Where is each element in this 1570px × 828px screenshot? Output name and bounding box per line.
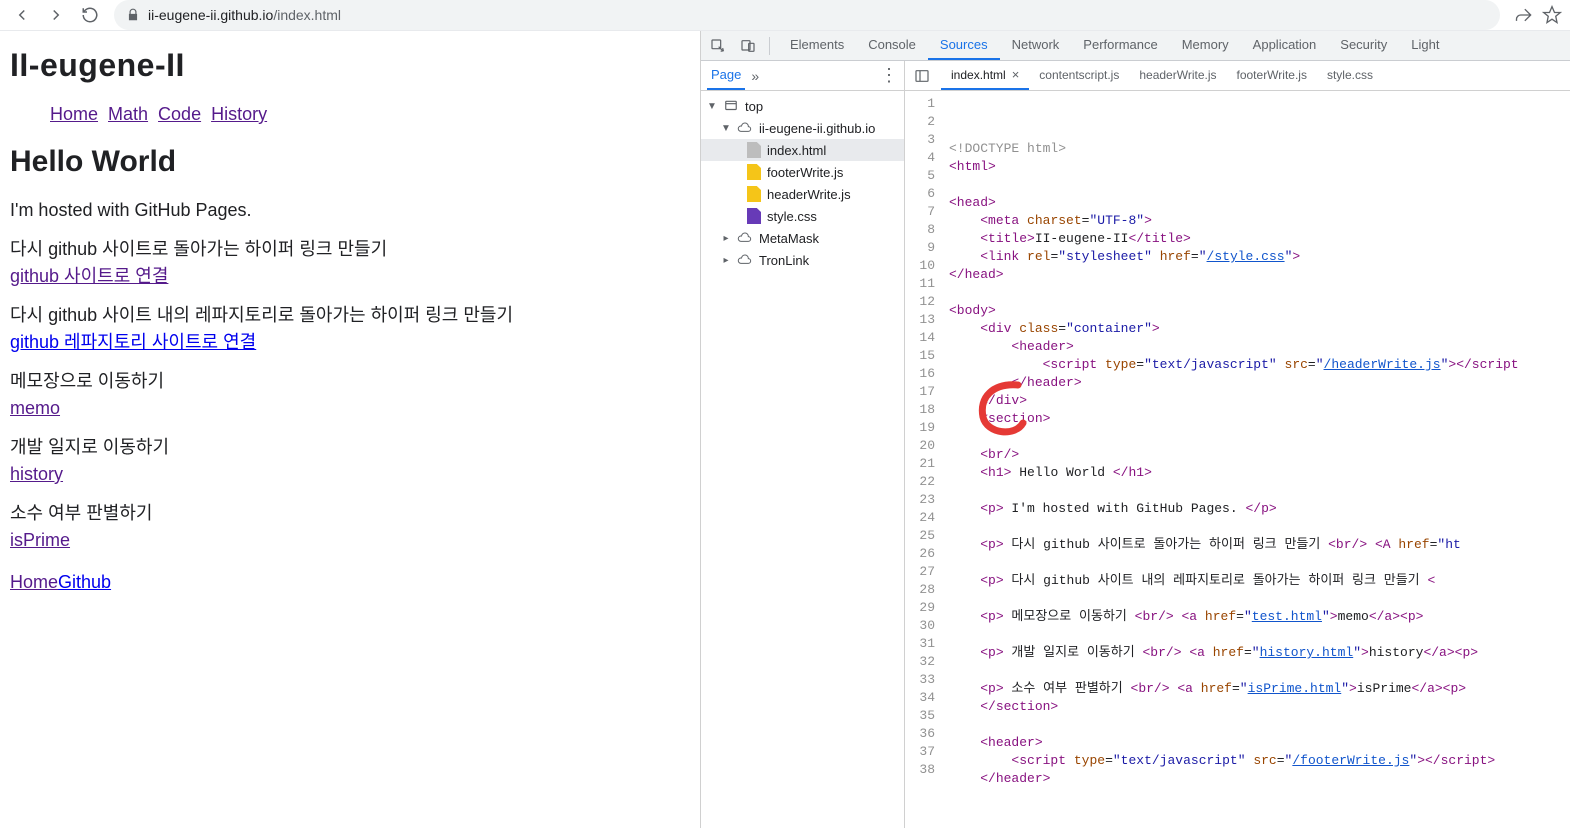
- tree-file[interactable]: footerWrite.js: [701, 161, 904, 183]
- tree-ext-label: MetaMask: [759, 231, 819, 246]
- section-text: 개발 일지로 이동하기history: [10, 434, 690, 488]
- tree-top-label: top: [745, 99, 763, 114]
- address-bar[interactable]: ii-eugene-ii.github.io/index.html: [114, 0, 1500, 30]
- navigator-header: Page » ⋮: [701, 61, 904, 91]
- inspect-icon[interactable]: [705, 34, 731, 58]
- section-text: 소수 여부 판별하기isPrime: [10, 500, 690, 554]
- close-icon[interactable]: ×: [1012, 67, 1020, 82]
- section-text: 다시 github 사이트 내의 레파지토리로 돌아가는 하이퍼 링크 만들기g…: [10, 302, 690, 356]
- frame-icon: [723, 98, 739, 114]
- tree-file-label: headerWrite.js: [767, 187, 851, 202]
- device-icon[interactable]: [735, 34, 761, 58]
- file-icon: [747, 186, 761, 202]
- section-link[interactable]: github 사이트로 연결: [10, 266, 168, 286]
- footer-home-link[interactable]: Home: [10, 572, 58, 592]
- tree-domain[interactable]: ▼ ii-eugene-ii.github.io: [701, 117, 904, 139]
- devtools-tab-light[interactable]: Light: [1399, 31, 1451, 60]
- page-nav: Home Math Code History: [50, 104, 690, 125]
- back-button[interactable]: [8, 1, 36, 29]
- site-title: II-eugene-II: [10, 47, 690, 84]
- code-content[interactable]: <!DOCTYPE html><html><head> <meta charse…: [943, 91, 1570, 828]
- cloud-icon: [737, 230, 753, 246]
- tree-extension[interactable]: ▸TronLink: [701, 249, 904, 271]
- tree-file[interactable]: headerWrite.js: [701, 183, 904, 205]
- forward-button[interactable]: [42, 1, 70, 29]
- devtools-tab-sources[interactable]: Sources: [928, 31, 1000, 60]
- section-link[interactable]: memo: [10, 398, 60, 418]
- editor-tabs: index.html×contentscript.jsheaderWrite.j…: [905, 61, 1570, 91]
- hosted-text: I'm hosted with GitHub Pages.: [10, 197, 690, 224]
- devtools-tab-security[interactable]: Security: [1328, 31, 1399, 60]
- browser-toolbar: ii-eugene-ii.github.io/index.html: [0, 0, 1570, 31]
- star-icon[interactable]: [1542, 5, 1562, 25]
- devtools-tab-performance[interactable]: Performance: [1071, 31, 1169, 60]
- tree-file-label: footerWrite.js: [767, 165, 843, 180]
- navigator-tab-page[interactable]: Page: [707, 61, 745, 90]
- nav-link-history[interactable]: History: [211, 104, 267, 124]
- section-link[interactable]: history: [10, 464, 63, 484]
- line-gutter: 1234567891011121314151617181920212223242…: [905, 91, 943, 828]
- tree-file[interactable]: index.html: [701, 139, 904, 161]
- nav-link-code[interactable]: Code: [158, 104, 201, 124]
- editor-tab[interactable]: index.html×: [941, 61, 1029, 90]
- code-area[interactable]: 1234567891011121314151617181920212223242…: [905, 91, 1570, 828]
- section-link[interactable]: isPrime: [10, 530, 70, 550]
- section-link[interactable]: github 레파지토리 사이트로 연결: [10, 332, 256, 352]
- page-viewport: II-eugene-II Home Math Code History Hello W…: [0, 31, 700, 828]
- file-icon: [747, 164, 761, 180]
- tree-file-label: style.css: [767, 209, 817, 224]
- file-icon: [747, 208, 761, 224]
- toggle-navigator-icon[interactable]: [911, 65, 933, 87]
- devtools-toolbar: ElementsConsoleSourcesNetworkPerformance…: [701, 31, 1570, 61]
- devtools-tab-application[interactable]: Application: [1241, 31, 1329, 60]
- sources-navigator: Page » ⋮ ▼ top ▼: [701, 61, 905, 828]
- file-tree: ▼ top ▼ ii-eugene-ii.github.io index.htm…: [701, 91, 904, 828]
- devtools-tab-elements[interactable]: Elements: [778, 31, 856, 60]
- tree-file-label: index.html: [767, 143, 826, 158]
- navigator-more-icon[interactable]: »: [751, 68, 759, 84]
- navigator-menu-icon[interactable]: ⋮: [880, 65, 898, 86]
- lock-icon: [126, 8, 140, 22]
- section-text: 메모장으로 이동하기memo: [10, 368, 690, 422]
- url-text: ii-eugene-ii.github.io/index.html: [148, 7, 1488, 23]
- editor-tab[interactable]: style.css: [1317, 61, 1383, 90]
- tree-ext-label: TronLink: [759, 253, 809, 268]
- tree-top[interactable]: ▼ top: [701, 95, 904, 117]
- editor-tab[interactable]: headerWrite.js: [1129, 61, 1226, 90]
- nav-link-math[interactable]: Math: [108, 104, 148, 124]
- editor-tab[interactable]: footerWrite.js: [1227, 61, 1317, 90]
- source-editor: index.html×contentscript.jsheaderWrite.j…: [905, 61, 1570, 828]
- page-heading: Hello World: [10, 145, 690, 179]
- nav-link-home[interactable]: Home: [50, 104, 98, 124]
- devtools: ElementsConsoleSourcesNetworkPerformance…: [700, 31, 1570, 828]
- devtools-tab-console[interactable]: Console: [856, 31, 928, 60]
- devtools-tab-network[interactable]: Network: [1000, 31, 1072, 60]
- tree-domain-label: ii-eugene-ii.github.io: [759, 121, 875, 136]
- cloud-icon: [737, 252, 753, 268]
- footer-github-link[interactable]: Github: [58, 572, 111, 592]
- tree-file[interactable]: style.css: [701, 205, 904, 227]
- tree-extension[interactable]: ▸MetaMask: [701, 227, 904, 249]
- share-icon[interactable]: [1514, 5, 1534, 25]
- editor-tab[interactable]: contentscript.js: [1029, 61, 1129, 90]
- cloud-icon: [737, 120, 753, 136]
- reload-button[interactable]: [76, 1, 104, 29]
- file-icon: [747, 142, 761, 158]
- devtools-tab-memory[interactable]: Memory: [1170, 31, 1241, 60]
- footer-links: HomeGithub: [10, 572, 690, 593]
- section-text: 다시 github 사이트로 돌아가는 하이퍼 링크 만들기github 사이트…: [10, 236, 690, 290]
